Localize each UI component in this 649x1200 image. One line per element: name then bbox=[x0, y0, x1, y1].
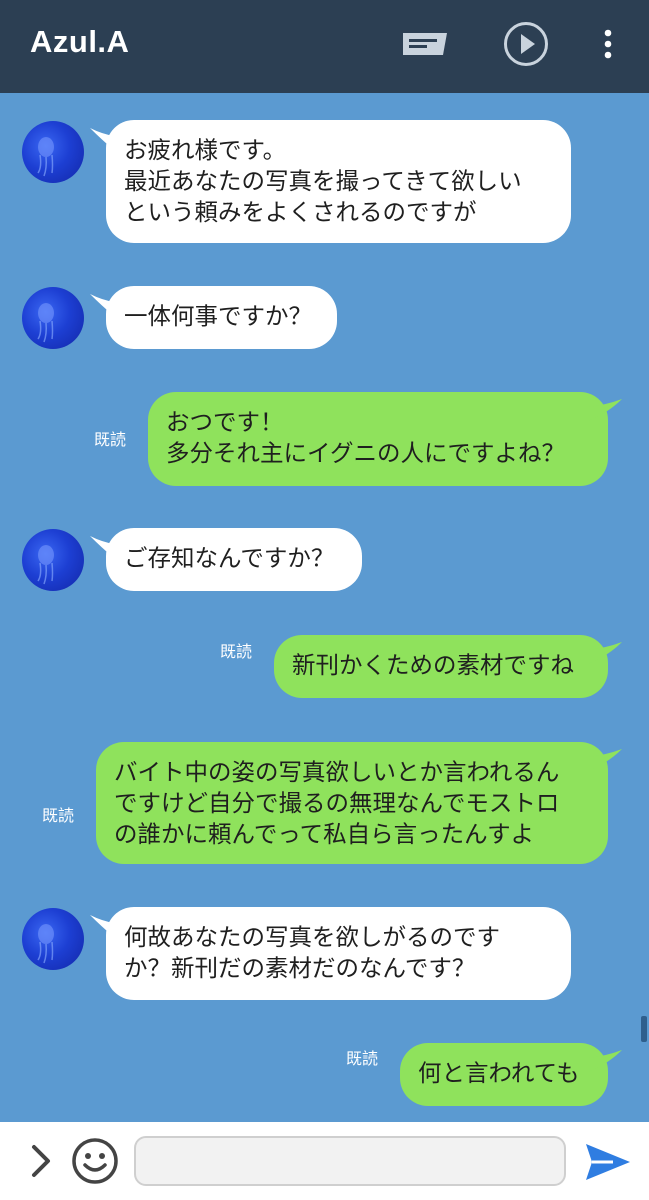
emoji-icon[interactable] bbox=[71, 1137, 119, 1185]
chevron-right-icon[interactable] bbox=[28, 1142, 54, 1180]
message-bubble-outgoing[interactable]: 何と言われても bbox=[400, 1043, 608, 1106]
message-bubble-incoming[interactable]: ご存知なんですか？ bbox=[106, 528, 362, 591]
chat-header: Azul.A bbox=[0, 0, 649, 93]
message-bubble-incoming[interactable]: 何故あなたの写真を欲しがるのです か？新刊だの素材だのなんです？ bbox=[106, 907, 571, 1000]
message-line: の誰かに頼んでって私自ら言ったんすよ bbox=[114, 820, 535, 848]
message-bubble-outgoing[interactable]: バイト中の姿の写真欲しいとか言われるん ですけど自分で撮るの無理なんでモストロ … bbox=[96, 742, 608, 864]
message-line: 一体何事ですか？ bbox=[124, 302, 312, 330]
bubble-tail bbox=[588, 642, 622, 664]
message-line: ですけど自分で撮るの無理なんでモストロ bbox=[114, 789, 560, 817]
message-line: か？新刊だの素材だのなんです？ bbox=[124, 954, 476, 982]
bubble-tail bbox=[588, 1050, 622, 1072]
play-icon[interactable] bbox=[503, 21, 549, 67]
message-line: お疲れ様です。 bbox=[124, 136, 287, 164]
read-receipt: 既読 bbox=[346, 1049, 379, 1068]
read-receipt: 既読 bbox=[94, 430, 127, 449]
chat-title: Azul.A bbox=[30, 24, 130, 59]
read-receipt: 既読 bbox=[42, 806, 75, 825]
message-line: バイト中の姿の写真欲しいとか言われるん bbox=[114, 758, 560, 786]
more-vertical-icon[interactable] bbox=[600, 28, 616, 62]
message-bubble-outgoing[interactable]: おつです！ 多分それ主にイグニの人にですよね？ bbox=[148, 392, 608, 486]
message-bubble-incoming[interactable]: 一体何事ですか？ bbox=[106, 286, 337, 349]
bubble-tail bbox=[588, 399, 622, 421]
message-line: 新刊かくための素材ですね bbox=[292, 651, 574, 679]
message-input[interactable] bbox=[134, 1136, 566, 1186]
avatar[interactable] bbox=[22, 121, 84, 183]
message-input-bar bbox=[0, 1122, 649, 1200]
avatar[interactable] bbox=[22, 529, 84, 591]
message-bubble-incoming[interactable]: お疲れ様です。 最近あなたの写真を撮ってきて欲しい という頼みをよくされるのです… bbox=[106, 120, 571, 243]
message-line: 何と言われても bbox=[418, 1059, 580, 1087]
avatar[interactable] bbox=[22, 287, 84, 349]
message-line: 何故あなたの写真を欲しがるのです bbox=[124, 923, 500, 951]
scrollbar[interactable] bbox=[641, 1016, 647, 1042]
read-receipt: 既読 bbox=[220, 642, 253, 661]
message-line: 多分それ主にイグニの人にですよね？ bbox=[166, 439, 566, 467]
message-list[interactable]: お疲れ様です。 最近あなたの写真を撮ってきて欲しい という頼みをよくされるのです… bbox=[0, 93, 649, 1122]
send-icon[interactable] bbox=[583, 1141, 633, 1183]
message-bubble-outgoing[interactable]: 新刊かくための素材ですね bbox=[274, 635, 608, 698]
message-line: おつです！ bbox=[166, 408, 284, 436]
message-line: 最近あなたの写真を撮ってきて欲しい bbox=[124, 167, 522, 195]
avatar[interactable] bbox=[22, 908, 84, 970]
notes-icon[interactable] bbox=[400, 30, 450, 60]
bubble-tail bbox=[588, 749, 622, 771]
message-line: ご存知なんですか？ bbox=[124, 544, 335, 572]
message-line: という頼みをよくされるのですが bbox=[124, 198, 477, 226]
